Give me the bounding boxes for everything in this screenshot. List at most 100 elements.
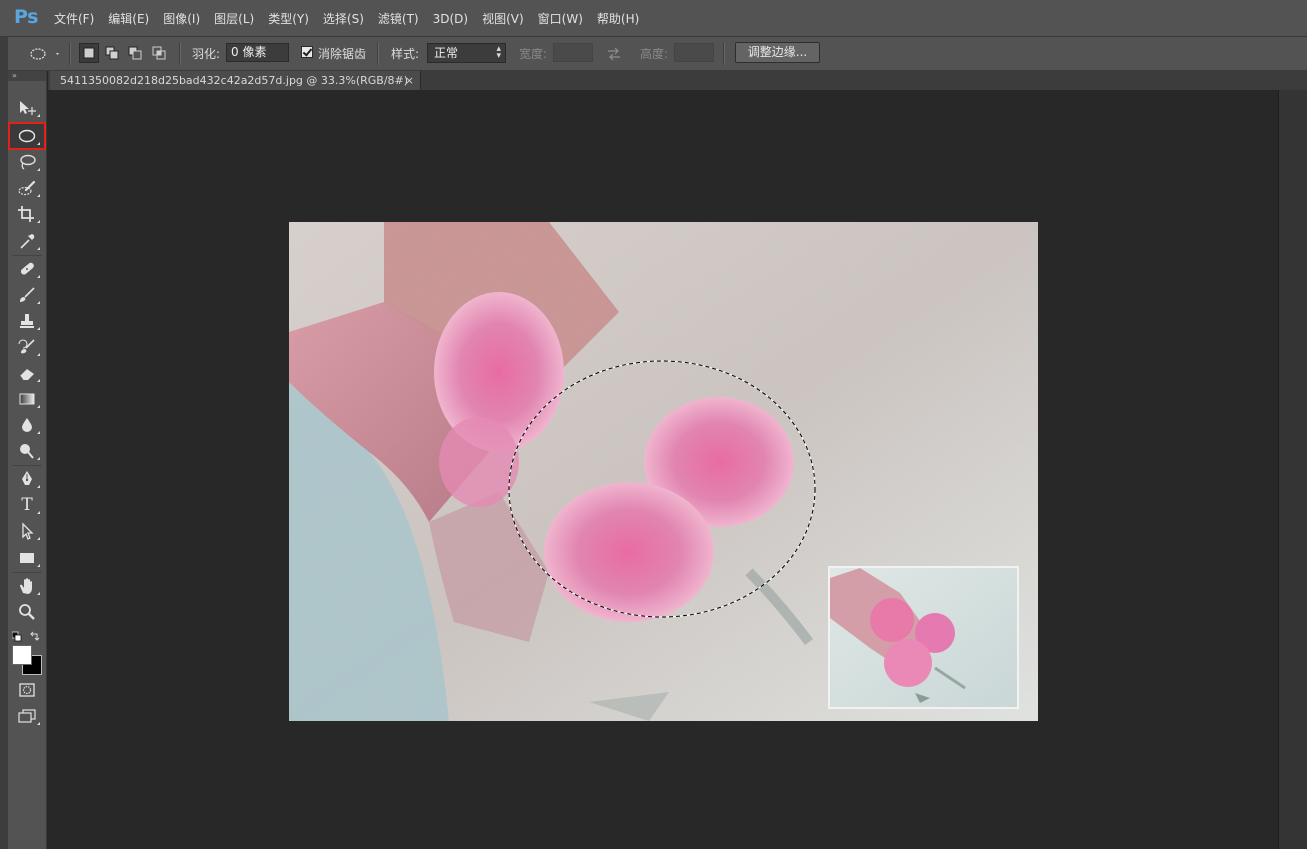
tool-flyout-indicator	[37, 405, 40, 408]
tool-flyout-indicator	[37, 142, 40, 145]
feather-input[interactable]: 0 像素	[226, 43, 289, 62]
options-bar: 羽化: 0 像素 消除锯齿 样式: 正常 ▴ ▾ 宽度: 高度: 调整边缘...	[0, 37, 1307, 71]
history-brush-tool[interactable]	[10, 335, 44, 359]
clone-stamp-tool[interactable]	[10, 309, 44, 333]
new-selection-button[interactable]	[79, 43, 99, 63]
reference-thumbnail-image	[830, 568, 1017, 707]
tool-flyout-indicator	[37, 511, 40, 514]
move-icon	[20, 101, 36, 115]
tool-flyout-indicator	[37, 275, 40, 278]
eraser-icon	[19, 369, 34, 381]
subtract-from-selection-button[interactable]	[125, 43, 145, 63]
magnifier-icon	[19, 604, 35, 620]
tool-flyout-indicator	[37, 485, 40, 488]
foreground-color-swatch[interactable]	[12, 645, 32, 665]
lasso-tool[interactable]	[10, 150, 44, 174]
tool-flyout-indicator	[37, 431, 40, 434]
intersect-selection-button[interactable]	[149, 43, 169, 63]
document-tab-title: 5411350082d218d25bad432c42a2d57d.jpg @ 3…	[60, 74, 409, 87]
menu-3d[interactable]: 3D(D)	[433, 0, 475, 36]
toolbar-separator	[12, 572, 42, 573]
add-to-selection-button[interactable]	[102, 43, 122, 63]
add-selection-icon	[105, 46, 119, 60]
tool-flyout-indicator	[37, 457, 40, 460]
screen-mode-button[interactable]	[10, 704, 44, 728]
menu-bar: Ps 文件(F) 编辑(E) 图像(I) 图层(L) 类型(Y) 选择(S) 滤…	[0, 0, 1307, 37]
path-selection-tool[interactable]	[10, 519, 44, 543]
brush-icon	[20, 287, 35, 302]
quick-mask-mode-button[interactable]	[10, 678, 44, 702]
arrow-icon	[22, 522, 34, 540]
blur-tool[interactable]	[10, 413, 44, 437]
tool-preset-picker[interactable]	[28, 37, 60, 70]
quick-selection-icon	[18, 180, 36, 196]
width-input[interactable]	[553, 43, 593, 62]
options-separator	[723, 42, 725, 65]
pen-tool[interactable]	[10, 467, 44, 491]
dodge-icon	[20, 444, 34, 459]
menu-type[interactable]: 类型(Y)	[268, 0, 316, 36]
drop-icon	[22, 418, 32, 432]
subtract-selection-icon	[128, 46, 142, 60]
bandage-icon	[20, 262, 34, 275]
crop-icon	[18, 206, 34, 222]
hand-icon	[20, 578, 32, 594]
swap-colors-icon[interactable]	[30, 631, 40, 641]
lasso-icon	[20, 154, 36, 170]
ellipse-marquee-icon	[30, 47, 59, 60]
gradient-tool[interactable]	[10, 387, 44, 411]
reference-thumbnail	[828, 566, 1019, 709]
style-select[interactable]: 正常 ▴ ▾	[427, 43, 506, 63]
menu-image[interactable]: 图像(I)	[163, 0, 207, 36]
default-colors-icon[interactable]	[11, 631, 22, 642]
zoom-tool[interactable]	[10, 600, 44, 624]
swap-dimensions-button[interactable]	[606, 37, 622, 70]
tool-flyout-indicator	[37, 194, 40, 197]
hand-tool[interactable]	[10, 574, 44, 598]
new-selection-icon	[83, 47, 95, 59]
collapse-panel-icon[interactable]: »	[8, 71, 46, 81]
brush-tool[interactable]	[10, 283, 44, 307]
tool-flyout-indicator	[37, 220, 40, 223]
antialias-label: 消除锯齿	[318, 47, 367, 61]
move-tool[interactable]	[10, 96, 44, 120]
options-separator	[69, 42, 71, 65]
quick-mask-icon	[19, 683, 35, 697]
menu-filter[interactable]: 滤镜(T)	[378, 0, 426, 36]
stamp-icon	[20, 314, 34, 328]
dodge-tool[interactable]	[10, 439, 44, 463]
quick-selection-tool[interactable]	[10, 176, 44, 200]
eraser-tool[interactable]	[10, 361, 44, 385]
healing-brush-tool[interactable]	[10, 257, 44, 281]
refine-edge-button[interactable]: 调整边缘...	[735, 42, 820, 63]
photoshop-logo: Ps	[14, 6, 38, 28]
tool-flyout-indicator	[37, 379, 40, 382]
close-icon[interactable]: ×	[405, 71, 414, 90]
rectangle-tool[interactable]	[10, 546, 44, 570]
antialias-checkbox[interactable]	[301, 46, 313, 58]
menu-select[interactable]: 选择(S)	[323, 0, 371, 36]
color-swatch-controls	[11, 628, 42, 642]
select-updown-icon: ▴ ▾	[496, 44, 501, 61]
type-tool[interactable]: T	[10, 493, 44, 517]
menu-file[interactable]: 文件(F)	[54, 0, 101, 36]
feather-label: 羽化:	[192, 47, 221, 61]
crop-tool[interactable]	[10, 202, 44, 226]
menu-layer[interactable]: 图层(L)	[214, 0, 261, 36]
height-input[interactable]	[674, 43, 714, 62]
swap-arrows-icon	[608, 47, 620, 60]
vertical-scrollbar[interactable]	[1278, 90, 1307, 849]
menu-edit[interactable]: 编辑(E)	[108, 0, 156, 36]
tool-flyout-indicator	[37, 353, 40, 356]
menu-window[interactable]: 窗口(W)	[538, 0, 590, 36]
eyedropper-tool[interactable]	[10, 229, 44, 253]
menu-view[interactable]: 视图(V)	[482, 0, 531, 36]
ellipse-marquee-icon	[18, 129, 36, 143]
height-label: 高度:	[640, 47, 669, 61]
tool-flyout-indicator	[37, 564, 40, 567]
elliptical-marquee-tool[interactable]	[8, 122, 46, 150]
menu-help[interactable]: 帮助(H)	[597, 0, 646, 36]
style-label: 样式:	[391, 47, 420, 61]
tool-flyout-indicator	[37, 592, 40, 595]
document-tab[interactable]: 5411350082d218d25bad432c42a2d57d.jpg @ 3…	[50, 71, 421, 90]
